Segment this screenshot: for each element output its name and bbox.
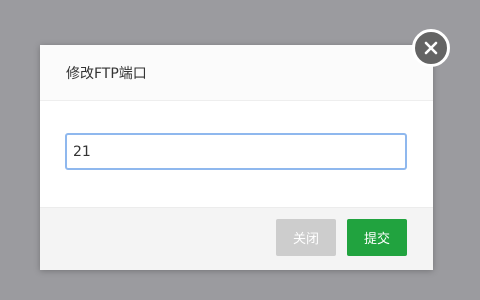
close-icon-glyph [424,41,438,55]
port-input[interactable] [65,133,407,170]
ftp-port-dialog: 修改FTP端口 关闭 提交 [40,45,433,270]
dialog-footer: 关闭 提交 [40,207,433,270]
submit-button[interactable]: 提交 [347,219,407,256]
dialog-title: 修改FTP端口 [66,65,147,82]
close-icon[interactable] [412,29,450,67]
dialog-header: 修改FTP端口 [40,45,433,101]
close-button[interactable]: 关闭 [276,219,336,256]
dialog-body [40,101,433,207]
